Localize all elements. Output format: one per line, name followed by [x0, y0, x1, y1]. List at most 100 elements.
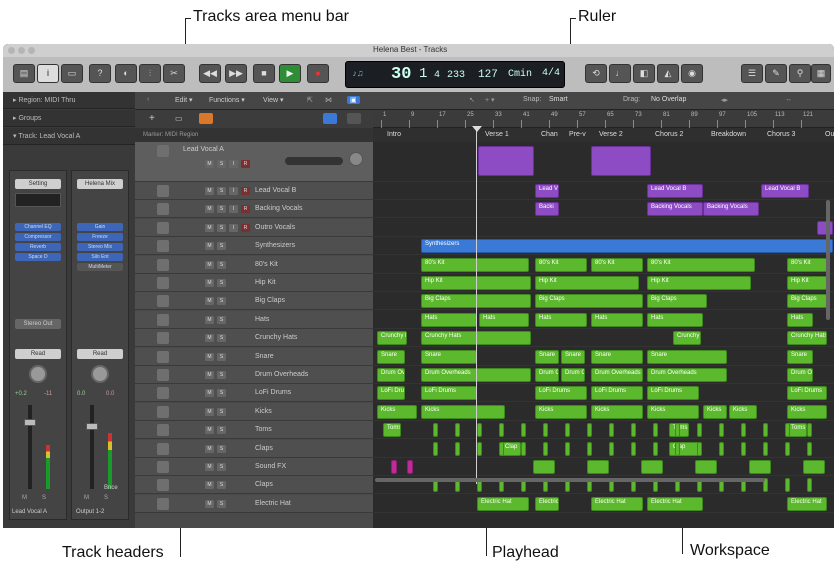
record-arm-button[interactable]: R	[241, 223, 250, 232]
strip2-fader-cap[interactable]	[86, 423, 98, 430]
solo-button[interactable]: S	[217, 205, 226, 214]
strip2-setting-button[interactable]: Helena Mix	[77, 179, 123, 189]
flex-icon[interactable]: ⋈	[325, 96, 332, 104]
mute-button[interactable]: M	[205, 223, 214, 232]
metronome-button[interactable]: ◭	[657, 64, 679, 83]
region[interactable]	[499, 441, 504, 456]
region[interactable]: Backing Vocals	[647, 202, 703, 217]
zoom-window-button[interactable]	[28, 47, 35, 54]
record-arm-button[interactable]: R	[241, 205, 250, 214]
region[interactable]: Kicks	[787, 404, 827, 419]
strip2-mute[interactable]: M	[84, 495, 89, 501]
region[interactable]	[455, 441, 460, 456]
region[interactable]	[695, 460, 717, 474]
track-header[interactable]: M S I R Lead Vocal A	[135, 142, 373, 182]
track-header[interactable]: M S Synthesizers	[135, 237, 373, 256]
track-name[interactable]: Claps	[255, 481, 273, 488]
track-header[interactable]: M S 80's Kit	[135, 255, 373, 274]
browser-button[interactable]: ▦	[811, 64, 831, 83]
track-header[interactable]: M S Drum Overheads	[135, 366, 373, 384]
track-header[interactable]: M S I R Outro Vocals	[135, 218, 373, 237]
horizontal-zoom-icon[interactable]: ↔	[785, 96, 792, 103]
region[interactable]	[675, 441, 680, 456]
region[interactable]	[807, 423, 812, 438]
track-name[interactable]: Crunchy Hats	[255, 334, 297, 341]
strip1-plugin-3[interactable]: Reverb	[15, 243, 61, 251]
arrangement-marker[interactable]: Chorus 3	[767, 131, 795, 138]
solo-button[interactable]: S	[217, 279, 226, 287]
pointer-icon[interactable]: ↖	[469, 96, 475, 104]
region[interactable]	[521, 423, 526, 438]
track-header[interactable]: M S Kicks	[135, 402, 373, 421]
region[interactable]	[433, 441, 438, 456]
mute-button[interactable]: M	[205, 371, 214, 379]
region[interactable]	[807, 441, 812, 456]
track-header[interactable]: M S LoFi Drums	[135, 384, 373, 403]
track-name[interactable]: Synthesizers	[255, 242, 295, 249]
inspector-groups-row[interactable]: ▸ Groups	[3, 110, 135, 127]
rewind-button[interactable]: ◀◀	[199, 64, 221, 83]
mute-button[interactable]: M	[205, 205, 214, 214]
strip1-plugin-1[interactable]: Channel EQ	[15, 223, 61, 231]
track-header[interactable]: M S Hip Kit	[135, 274, 373, 292]
mute-button[interactable]: M	[205, 426, 214, 435]
track-header[interactable]: M S I R Backing Vocals	[135, 200, 373, 219]
region[interactable]: Hats	[787, 312, 813, 327]
region[interactable]	[609, 441, 614, 456]
editors-button[interactable]: ✂	[163, 64, 185, 83]
region[interactable]	[565, 423, 570, 438]
region[interactable]: Drum Overheads	[535, 368, 559, 382]
track-name[interactable]: Backing Vocals	[255, 205, 302, 212]
solo-button[interactable]: S	[217, 463, 226, 471]
region[interactable]	[609, 423, 614, 438]
region[interactable]	[391, 460, 397, 474]
chevron-left-icon[interactable]: ‹	[147, 96, 149, 103]
stop-button[interactable]: ■	[253, 64, 275, 83]
solo-button[interactable]: S	[217, 389, 226, 398]
loop-browser-button[interactable]: ⚲	[789, 64, 811, 83]
region[interactable]: Drum Overheads	[591, 368, 643, 382]
snap-value-select[interactable]: Smart	[549, 96, 568, 103]
track-name[interactable]: Outro Vocals	[255, 224, 295, 231]
arrangement-marker[interactable]: Verse 2	[599, 131, 623, 138]
notepad-button[interactable]: ✎	[765, 64, 787, 83]
region[interactable]: Electric Hat	[647, 496, 703, 511]
mute-button[interactable]: M	[205, 279, 214, 287]
region[interactable]	[455, 423, 460, 438]
track-lane[interactable]	[373, 219, 834, 237]
region[interactable]	[407, 460, 413, 474]
region[interactable]: Electric Hat	[535, 496, 559, 511]
strip1-automation-mode[interactable]: Read	[15, 349, 61, 359]
track-name[interactable]: Snare	[255, 353, 274, 360]
region[interactable]: Lead Vocal B	[761, 184, 809, 198]
strip2-solo[interactable]: S	[104, 495, 108, 501]
region[interactable]: Crunchy Hats	[377, 331, 407, 346]
mute-button[interactable]: M	[205, 315, 214, 324]
close-window-button[interactable]	[8, 47, 15, 54]
region[interactable]: LoFi Drums	[787, 386, 827, 401]
region[interactable]	[785, 423, 790, 438]
region[interactable]: Hats	[591, 312, 643, 327]
strip1-mute[interactable]: M	[22, 495, 27, 501]
region[interactable]: Kicks	[729, 404, 757, 419]
region[interactable]: Clap	[669, 441, 699, 456]
region[interactable]: Hats	[647, 312, 703, 327]
strip2-plugin-2[interactable]: Freeze	[77, 233, 123, 241]
strip2-bounce-button[interactable]: Bnce	[104, 485, 118, 491]
arrangement-marker[interactable]: Chorus 2	[655, 131, 683, 138]
region[interactable]	[543, 423, 548, 438]
inspector-region-row[interactable]: ▸ Region: MIDI Thru	[3, 92, 135, 109]
solo-button[interactable]: S	[217, 371, 226, 379]
automation-icon[interactable]	[323, 113, 337, 124]
region[interactable]: Kicks	[703, 404, 727, 419]
solo-button[interactable]: S	[217, 481, 226, 490]
strip2-plugin-5[interactable]: MultiMeter	[77, 263, 123, 271]
vertical-scrollbar[interactable]	[826, 200, 830, 320]
region[interactable]: Big Claps	[647, 294, 707, 309]
track-options-icon[interactable]	[347, 113, 361, 124]
solo-button[interactable]: S	[217, 297, 226, 306]
region[interactable]: 80's Kit	[421, 257, 529, 272]
region[interactable]	[641, 460, 663, 474]
region[interactable]	[675, 423, 680, 438]
input-monitor-button[interactable]: I	[229, 160, 238, 168]
